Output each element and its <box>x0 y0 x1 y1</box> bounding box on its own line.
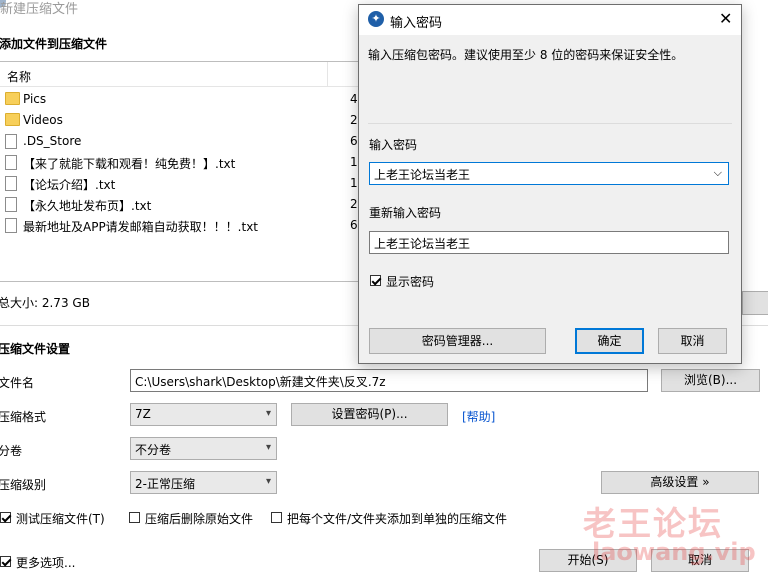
list-item[interactable]: 最新地址及APP请发邮箱自动获取！！！.txt63 <box>0 215 365 236</box>
show-password-label: 显示密码 <box>386 275 435 289</box>
file-size: 6 <box>350 134 358 148</box>
password-dialog: ✦ 输入密码 ✕ 输入压缩包密码。建议使用至少 8 位的密码来保证安全性。 输入… <box>358 4 742 364</box>
app-logo-icon: ✦ <box>368 11 384 27</box>
dialog-title: 输入密码 <box>390 16 443 31</box>
file-name: .DS_Store <box>23 134 82 148</box>
window-title: 新建压缩文件 <box>0 2 79 17</box>
list-item[interactable]: 【论坛介绍】.txt 1 <box>0 173 359 194</box>
level-label: 压缩级别 <box>0 478 47 492</box>
split-select[interactable]: 不分卷 ▾ <box>130 437 277 460</box>
add-files-heading: 添加文件到压缩文件 <box>0 37 108 51</box>
more-options-checkbox[interactable]: 更多选项... <box>0 554 80 570</box>
file-list[interactable]: 名称 Pics 4 Videos 2 .DS_Store 6 【来了就能下载和观看！纯免费！… <box>0 61 365 282</box>
folder-icon <box>5 113 20 126</box>
checkbox-checked-icon[interactable] <box>370 275 381 286</box>
advanced-settings-button[interactable]: 高级设置 » <box>601 471 759 494</box>
separate-archives-label: 把每个文件/文件夹添加到单独的压缩文件 <box>287 512 508 526</box>
list-item[interactable]: 【永久地址发布页】.txt20 <box>0 194 365 215</box>
password-input[interactable]: 上老王论坛当老王 ⌵ <box>369 162 729 185</box>
chevron-down-icon: ▾ <box>265 442 271 453</box>
test-archive-label: 测试压缩文件(T) <box>16 512 105 526</box>
file-name: 【论坛介绍】.txt <box>23 178 116 192</box>
more-options-label: 更多选项... <box>16 556 76 570</box>
dialog-divider <box>368 123 732 124</box>
password-value: 上老王论坛当老王 <box>374 168 471 182</box>
dialog-cancel-button[interactable]: 取消 <box>658 328 727 354</box>
settings-heading: 压缩文件设置 <box>0 342 71 356</box>
ok-button[interactable]: 确定 <box>575 328 644 354</box>
file-size: 4 <box>350 92 358 106</box>
column-separator <box>327 62 328 86</box>
file-icon <box>5 176 17 191</box>
split-value: 不分卷 <box>135 443 172 457</box>
level-value: 2-正常压缩 <box>135 477 195 491</box>
file-name: 【来了就能下载和观看！纯免费！】.txt <box>23 157 236 171</box>
password-manager-button[interactable]: 密码管理器... <box>369 328 546 354</box>
show-password-checkbox[interactable]: 显示密码 <box>370 273 460 289</box>
format-label: 压缩格式 <box>0 410 47 424</box>
separate-archives-checkbox[interactable]: 把每个文件/文件夹添加到单独的压缩文件 <box>271 510 511 526</box>
list-item[interactable]: Videos 2 <box>0 110 359 131</box>
delete-after-label: 压缩后删除原始文件 <box>145 512 254 526</box>
list-item[interactable]: .DS_Store 6 <box>0 131 359 152</box>
dialog-description: 输入压缩包密码。建议使用至少 8 位的密码来保证安全性。 <box>368 48 684 62</box>
set-password-button[interactable]: 设置密码(P)... <box>291 403 448 426</box>
checkbox-icon[interactable] <box>271 512 282 523</box>
close-icon[interactable]: ✕ <box>719 9 732 28</box>
format-value: 7Z <box>135 407 151 421</box>
help-link[interactable]: [帮助] <box>462 408 495 425</box>
file-size: 2 <box>350 113 358 127</box>
column-name-header[interactable]: 名称 <box>7 68 31 85</box>
folder-icon <box>5 92 20 105</box>
file-icon <box>5 134 17 149</box>
test-archive-checkbox[interactable]: 测试压缩文件(T) <box>0 510 110 526</box>
password-label: 输入密码 <box>369 138 418 152</box>
dialog-title-bar[interactable]: ✦ 输入密码 ✕ <box>359 5 741 35</box>
confirm-password-input[interactable]: 上老王论坛当老王 <box>369 231 729 254</box>
browse-button[interactable]: 浏览(B)... <box>661 369 760 392</box>
chevron-down-icon: ▾ <box>265 476 271 487</box>
list-item[interactable]: Pics 4 <box>0 89 359 110</box>
file-name: 【永久地址发布页】.txt <box>23 199 152 213</box>
split-label: 分卷 <box>0 444 23 458</box>
file-icon <box>5 218 17 233</box>
file-list-header[interactable]: 名称 <box>0 62 359 87</box>
confirm-password-label: 重新输入密码 <box>369 206 442 220</box>
file-size: 1 <box>350 155 358 169</box>
checkbox-checked-icon[interactable] <box>0 556 11 567</box>
file-icon <box>5 197 17 212</box>
total-size: 总大小: 2.73 GB <box>0 296 90 310</box>
chevron-down-icon[interactable]: ⌵ <box>714 166 722 180</box>
file-name: Videos <box>23 113 63 127</box>
chevron-down-icon: ▾ <box>265 408 271 419</box>
file-name: Pics <box>23 92 47 106</box>
format-select[interactable]: 7Z ▾ <box>130 403 277 426</box>
watermark-url: laowang.vip <box>592 538 756 566</box>
file-size: 1 <box>350 176 358 190</box>
file-name: 最新地址及APP请发邮箱自动获取！！！.txt <box>23 220 259 234</box>
checkbox-checked-icon[interactable] <box>0 512 11 523</box>
filename-label: 文件名 <box>0 376 35 390</box>
hidden-button-edge[interactable] <box>742 291 768 315</box>
filename-input[interactable]: C:\Users\shark\Desktop\新建文件夹\反叉.7z <box>130 369 648 392</box>
checkbox-icon[interactable] <box>129 512 140 523</box>
level-select[interactable]: 2-正常压缩 ▾ <box>130 471 277 494</box>
list-item[interactable]: 【来了就能下载和观看！纯免费！】.txt 1 <box>0 152 359 173</box>
file-icon <box>5 155 17 170</box>
delete-after-checkbox[interactable]: 压缩后删除原始文件 <box>129 510 259 526</box>
